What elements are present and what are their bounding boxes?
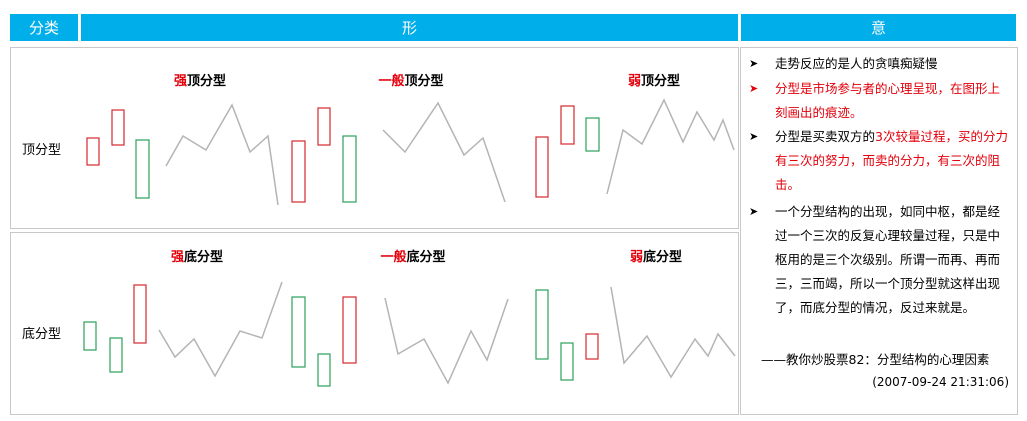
meaning-panel: ➤ 走势反应的是人的贪嗔痴疑慢 ➤ 分型是市场参与者的心理呈现，在图形上刻画出的… bbox=[740, 47, 1018, 415]
meaning-item: ➤ 一个分型结构的出现，如同中枢，都是经过一个三次的反复心理较量过程，只是中枢用… bbox=[749, 200, 1011, 320]
zigzag-normal-bottom bbox=[384, 297, 509, 385]
candle-red bbox=[111, 109, 125, 146]
candle-green bbox=[560, 342, 574, 381]
candle-red bbox=[535, 136, 549, 198]
zigzag-normal-top bbox=[382, 101, 506, 203]
header-meaning-label: 意 bbox=[870, 19, 886, 37]
fractal-diagrams bbox=[83, 98, 736, 387]
meaning-item: ➤ 分型是买卖双方的3次较量过程，买的分力有三次的努力，而卖的分力，有三次的阻击… bbox=[749, 125, 1011, 197]
arrow-bullet-icon: ➤ bbox=[749, 57, 759, 70]
candle-green bbox=[135, 139, 150, 199]
candle-green bbox=[317, 353, 331, 387]
candle-green bbox=[109, 337, 123, 373]
candle-red bbox=[291, 140, 306, 203]
candle-red bbox=[560, 105, 575, 145]
candle-red bbox=[317, 107, 331, 146]
header-meaning: 意 bbox=[741, 14, 1016, 41]
candle-green bbox=[291, 296, 306, 368]
candle-green bbox=[342, 135, 357, 203]
zigzag-weak-top bbox=[606, 98, 735, 195]
candle-green bbox=[83, 321, 97, 351]
zigzag-strong-bottom bbox=[158, 281, 283, 378]
source-citation: ——教你炒股票82：分型结构的心理因素 bbox=[761, 352, 990, 367]
source-timestamp: (2007-09-24 21:31:06) bbox=[872, 375, 1009, 389]
arrow-bullet-icon: ➤ bbox=[749, 130, 759, 143]
zigzag-strong-top bbox=[165, 103, 279, 206]
candle-red bbox=[585, 333, 599, 360]
meaning-item: ➤ 走势反应的是人的贪嗔痴疑慢 bbox=[749, 52, 1011, 76]
candle-red bbox=[86, 137, 100, 166]
candle-red bbox=[342, 296, 357, 364]
meaning-item: ➤ 分型是市场参与者的心理呈现，在图形上刻画出的痕迹。 bbox=[749, 77, 1011, 125]
zigzag-weak-bottom bbox=[610, 286, 736, 379]
candle-green bbox=[535, 289, 549, 360]
arrow-bullet-icon: ➤ bbox=[749, 205, 759, 218]
arrow-bullet-icon: ➤ bbox=[749, 82, 759, 95]
candle-red bbox=[133, 284, 147, 344]
candle-green bbox=[585, 117, 600, 152]
